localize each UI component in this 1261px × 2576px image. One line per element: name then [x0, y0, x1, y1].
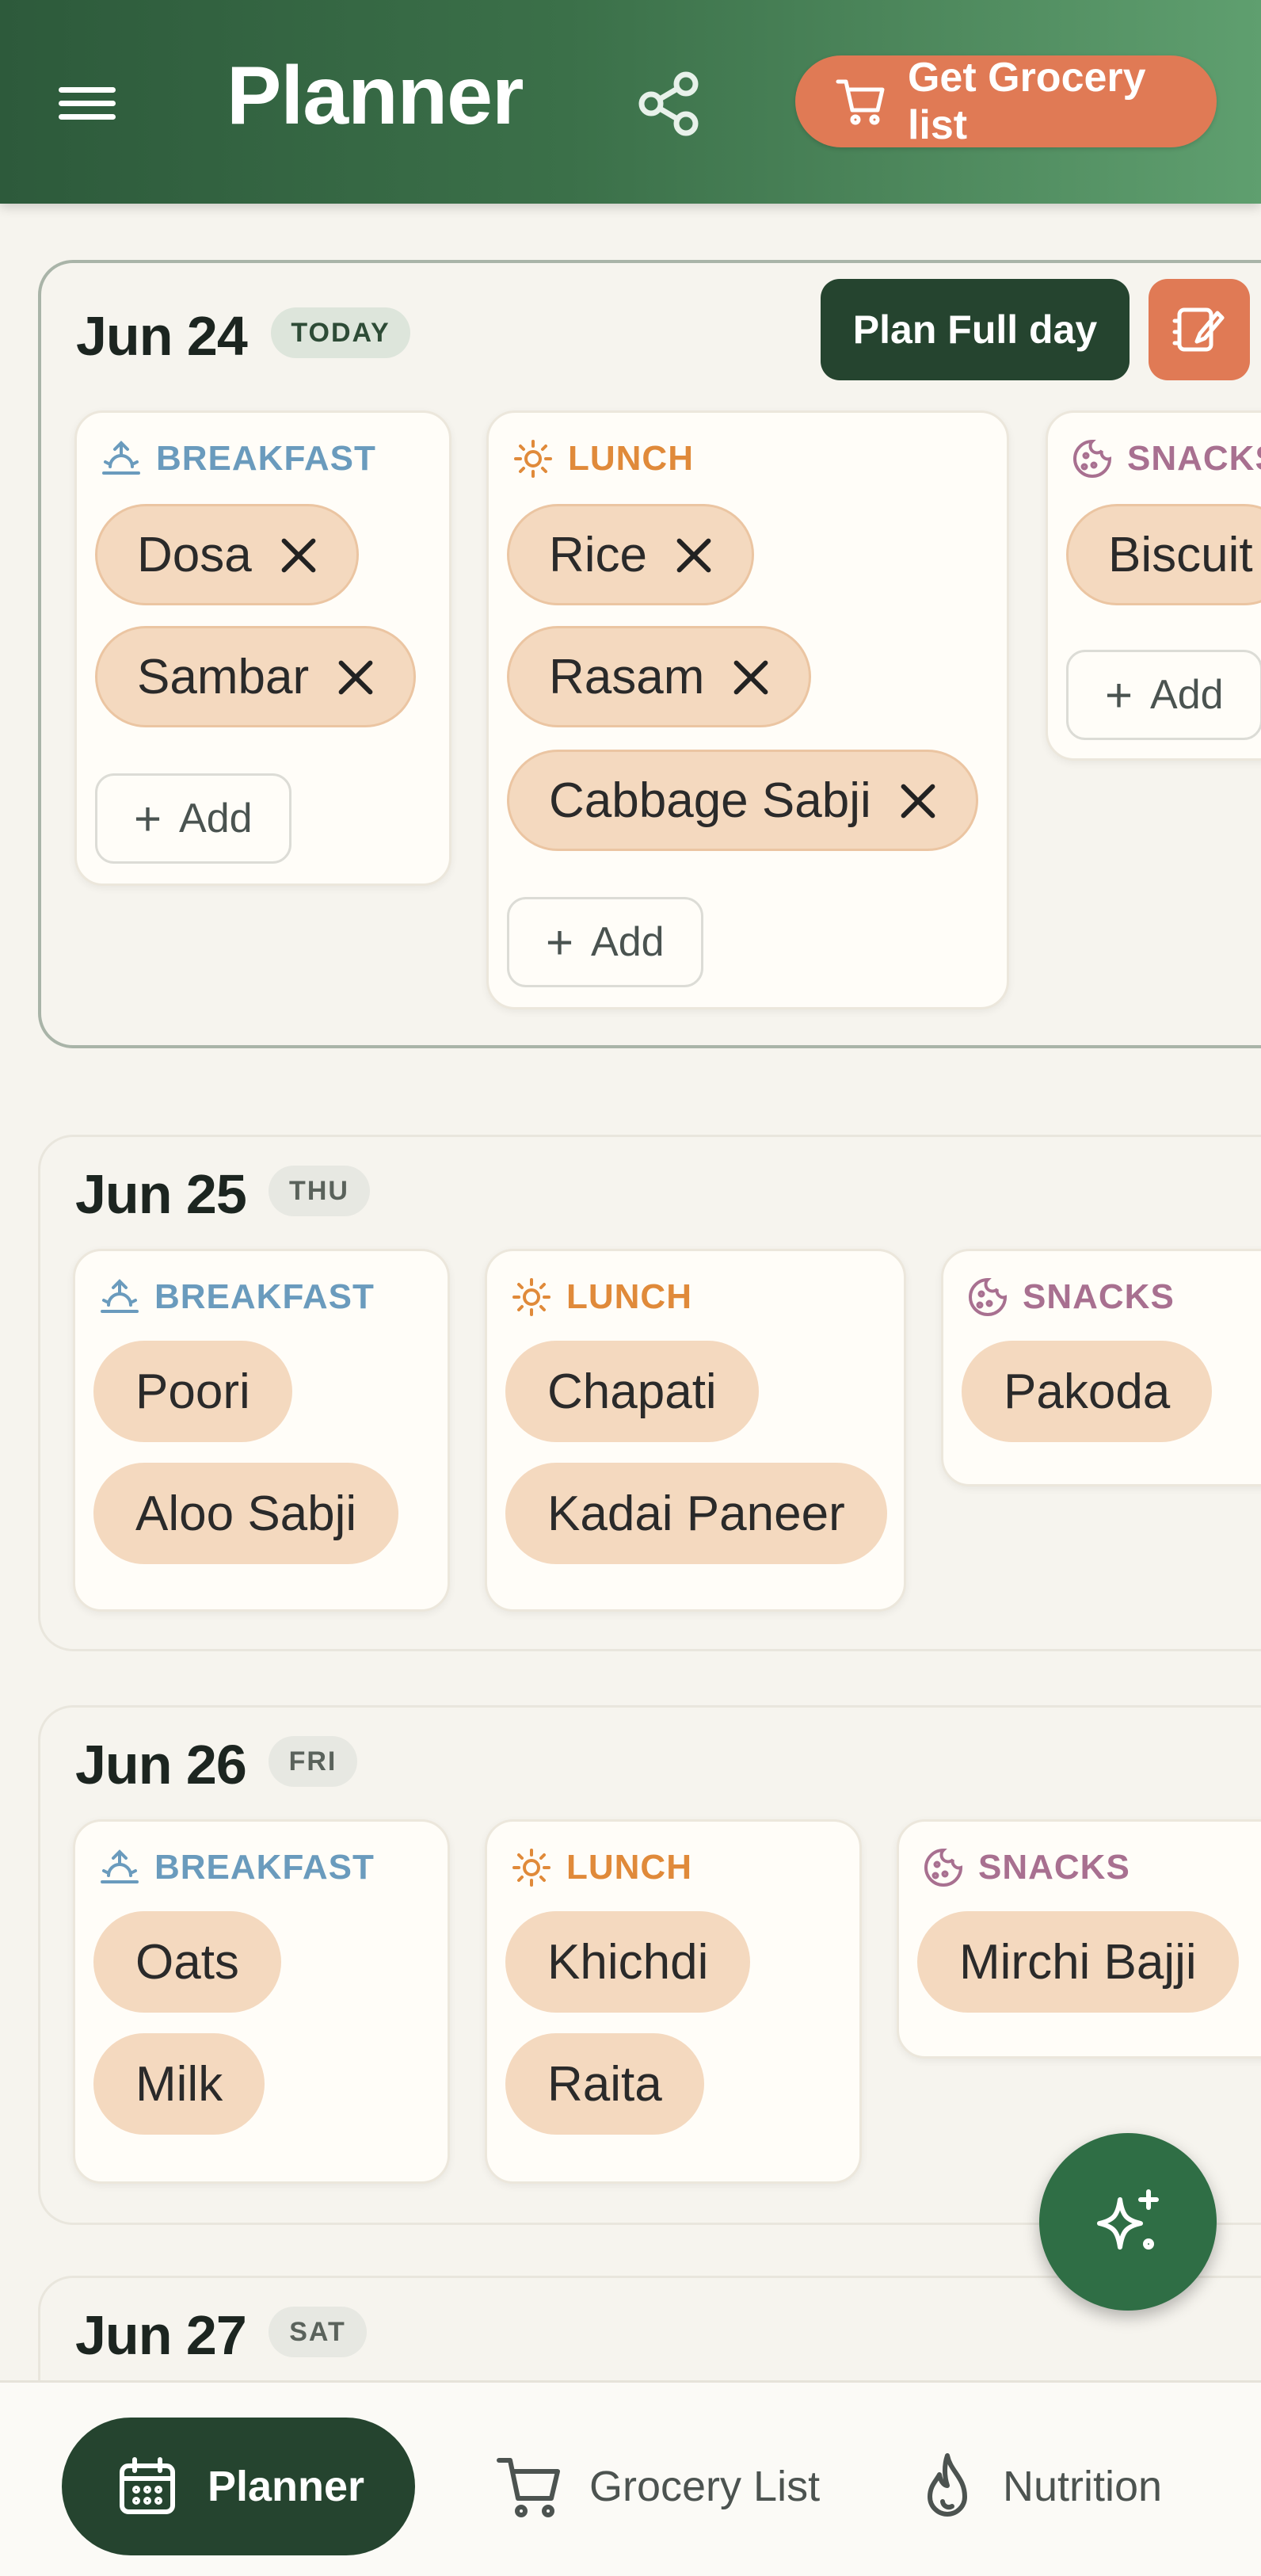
- meal-title: BREAKFAST: [154, 1848, 375, 1887]
- add-item-button[interactable]: + Add: [507, 897, 703, 987]
- plan-full-day-button[interactable]: Plan Full day: [821, 279, 1130, 380]
- day-date: Jun 26: [75, 1734, 247, 1796]
- cart-icon: [497, 2458, 560, 2517]
- add-label: Add: [1150, 672, 1224, 718]
- food-name: Cabbage Sabji: [549, 773, 871, 828]
- app-header: Planner Get Grocery list: [0, 0, 1261, 204]
- meal-header: BREAKFAST: [101, 437, 376, 481]
- food-chip[interactable]: Biscuit: [1066, 504, 1261, 605]
- remove-icon[interactable]: [731, 658, 769, 696]
- remove-icon[interactable]: [674, 536, 712, 574]
- meal-title: BREAKFAST: [156, 439, 376, 478]
- food-name: Rasam: [549, 649, 705, 704]
- meal-header: SNACKS: [923, 1845, 1130, 1890]
- sunrise-icon: [102, 441, 140, 475]
- food-chip[interactable]: Oats: [93, 1911, 281, 2013]
- food-name: Dosa: [137, 527, 252, 582]
- food-chip[interactable]: Mirchi Bajji: [917, 1911, 1239, 2013]
- meal-title: LUNCH: [566, 1848, 692, 1887]
- food-name: Sambar: [137, 649, 310, 704]
- meal-title: BREAKFAST: [154, 1277, 375, 1316]
- nav-nutrition-label: Nutrition: [1003, 2463, 1163, 2510]
- app-root: Planner Get Grocery list Jun 24 TODAY Pl…: [0, 0, 1261, 2576]
- meal-header: BREAKFAST: [99, 1845, 375, 1890]
- food-name: Aloo Sabji: [135, 1486, 357, 1541]
- weekday-badge: FRI: [269, 1736, 357, 1787]
- food-chip[interactable]: Dosa: [95, 504, 359, 605]
- share-icon[interactable]: [634, 68, 705, 139]
- food-name: Raita: [547, 2056, 662, 2112]
- sun-icon: [514, 440, 552, 478]
- sparkle-icon[interactable]: [1039, 2133, 1217, 2311]
- nav-grocery-label: Grocery List: [589, 2463, 821, 2510]
- food-chip[interactable]: Kadai Paneer: [505, 1463, 887, 1564]
- food-name: Khichdi: [547, 1934, 709, 1990]
- meal-title: SNACKS: [1127, 439, 1261, 478]
- page-title: Planner: [227, 50, 524, 142]
- flame-icon: [928, 2453, 967, 2517]
- remove-icon[interactable]: [898, 781, 936, 819]
- food-name: Biscuit: [1108, 527, 1253, 582]
- meal-title: LUNCH: [568, 439, 694, 478]
- meal-header: LUNCH: [511, 1275, 692, 1319]
- cookie-icon: [969, 1277, 1008, 1316]
- cookie-icon: [924, 1848, 963, 1887]
- food-name: Milk: [135, 2056, 223, 2112]
- food-chip[interactable]: Poori: [93, 1341, 292, 1442]
- menu-icon[interactable]: [55, 79, 120, 128]
- food-name: Poori: [135, 1364, 250, 1419]
- day-date: Jun 27: [75, 2304, 247, 2366]
- meal-title: LUNCH: [566, 1277, 692, 1316]
- day-date: Jun 25: [75, 1163, 247, 1225]
- food-name: Rice: [549, 527, 648, 582]
- remove-icon[interactable]: [336, 658, 374, 696]
- weekday-badge: THU: [269, 1166, 370, 1216]
- bottom-nav: Planner Grocery List Nutrition: [0, 2380, 1261, 2576]
- remove-icon[interactable]: [279, 536, 317, 574]
- food-name: Chapati: [547, 1364, 717, 1419]
- food-name: Oats: [135, 1934, 239, 1990]
- food-chip[interactable]: Sambar: [95, 626, 417, 727]
- add-item-button[interactable]: + Add: [1066, 650, 1261, 740]
- get-grocery-list-label: Get Grocery list: [907, 55, 1146, 148]
- today-badge: TODAY: [271, 307, 410, 358]
- food-chip[interactable]: Rasam: [507, 626, 812, 727]
- cart-icon: [836, 79, 885, 125]
- food-chip[interactable]: Khichdi: [505, 1911, 751, 2013]
- meal-title: SNACKS: [1023, 1277, 1175, 1316]
- food-name: Pakoda: [1004, 1364, 1171, 1419]
- food-chip[interactable]: Raita: [505, 2033, 704, 2135]
- cookie-icon: [1073, 439, 1112, 478]
- food-chip[interactable]: Cabbage Sabji: [507, 750, 978, 851]
- sunrise-icon: [101, 1849, 139, 1883]
- nav-planner-label: Planner: [208, 2463, 365, 2510]
- nav-planner[interactable]: Planner: [62, 2418, 415, 2555]
- food-chip[interactable]: Chapati: [505, 1341, 759, 1442]
- food-name: Kadai Paneer: [547, 1486, 845, 1541]
- food-chip[interactable]: Rice: [507, 504, 755, 605]
- add-item-button[interactable]: + Add: [95, 773, 291, 864]
- meal-header: LUNCH: [511, 1845, 692, 1890]
- nav-grocery-list[interactable]: Grocery List: [494, 2418, 820, 2555]
- food-chip[interactable]: Pakoda: [962, 1341, 1213, 1442]
- meal-header: SNACKS: [967, 1275, 1175, 1319]
- meal-title: SNACKS: [978, 1848, 1130, 1887]
- food-name: Mirchi Bajji: [959, 1934, 1197, 1990]
- day-date: Jun 24: [76, 305, 248, 367]
- meal-header: BREAKFAST: [99, 1275, 375, 1319]
- sunrise-icon: [101, 1279, 139, 1313]
- meal-header: LUNCH: [512, 437, 694, 481]
- calendar-icon: [120, 2457, 175, 2514]
- add-label: Add: [179, 796, 253, 841]
- meal-header: SNACKS: [1072, 437, 1261, 481]
- food-chip[interactable]: Milk: [93, 2033, 265, 2135]
- nav-nutrition[interactable]: Nutrition: [916, 2418, 1162, 2555]
- note-edit-icon[interactable]: [1149, 279, 1250, 380]
- get-grocery-list-button[interactable]: Get Grocery list: [795, 55, 1217, 148]
- food-chip[interactable]: Aloo Sabji: [93, 1463, 399, 1564]
- sun-icon: [512, 1849, 550, 1887]
- weekday-badge: SAT: [269, 2307, 367, 2357]
- add-label: Add: [591, 919, 665, 965]
- sun-icon: [512, 1278, 550, 1316]
